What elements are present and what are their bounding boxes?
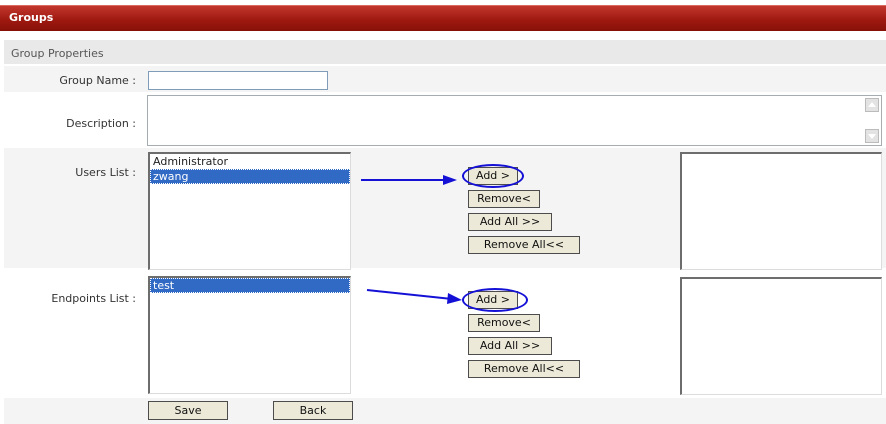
group-name-input[interactable] [148,71,328,90]
chevron-down-icon [868,134,876,139]
users-assigned-list[interactable] [680,152,882,270]
endpoints-remove-button[interactable]: Remove< [468,314,540,332]
list-item[interactable]: test [150,278,350,293]
group-name-label: Group Name : [59,74,136,87]
highlight-circle [462,288,528,312]
endpoints-assigned-list[interactable] [680,277,882,395]
chevron-up-icon [868,102,876,107]
users-add-all-button[interactable]: Add All >> [468,213,552,231]
description-scrollbar[interactable] [864,96,881,145]
section-title: Group Properties [11,47,104,60]
highlight-circle [462,164,524,188]
actions-row [4,398,886,424]
list-item[interactable]: zwang [150,169,350,184]
users-remove-all-button[interactable]: Remove All<< [468,236,580,254]
page-title: Groups [9,11,54,24]
endpoints-available-list[interactable]: test [148,276,351,394]
back-button[interactable]: Back [273,401,353,420]
annotation-arrow [366,289,462,304]
page-header [0,5,886,31]
description-label: Description : [66,117,136,130]
scroll-up-button[interactable] [865,98,879,112]
scroll-down-button[interactable] [865,129,879,143]
list-item[interactable]: Administrator [150,154,350,169]
description-textarea[interactable] [147,95,882,146]
endpoints-add-all-button[interactable]: Add All >> [468,337,552,355]
users-remove-button[interactable]: Remove< [468,190,540,208]
annotation-arrow [361,175,457,185]
users-list-label: Users List : [75,166,136,179]
section-header [4,40,886,64]
endpoints-list-label: Endpoints List : [51,292,136,305]
users-available-list[interactable]: Administrator zwang [148,152,351,270]
save-button[interactable]: Save [148,401,228,420]
endpoints-remove-all-button[interactable]: Remove All<< [468,360,580,378]
group-name-row [4,66,886,92]
